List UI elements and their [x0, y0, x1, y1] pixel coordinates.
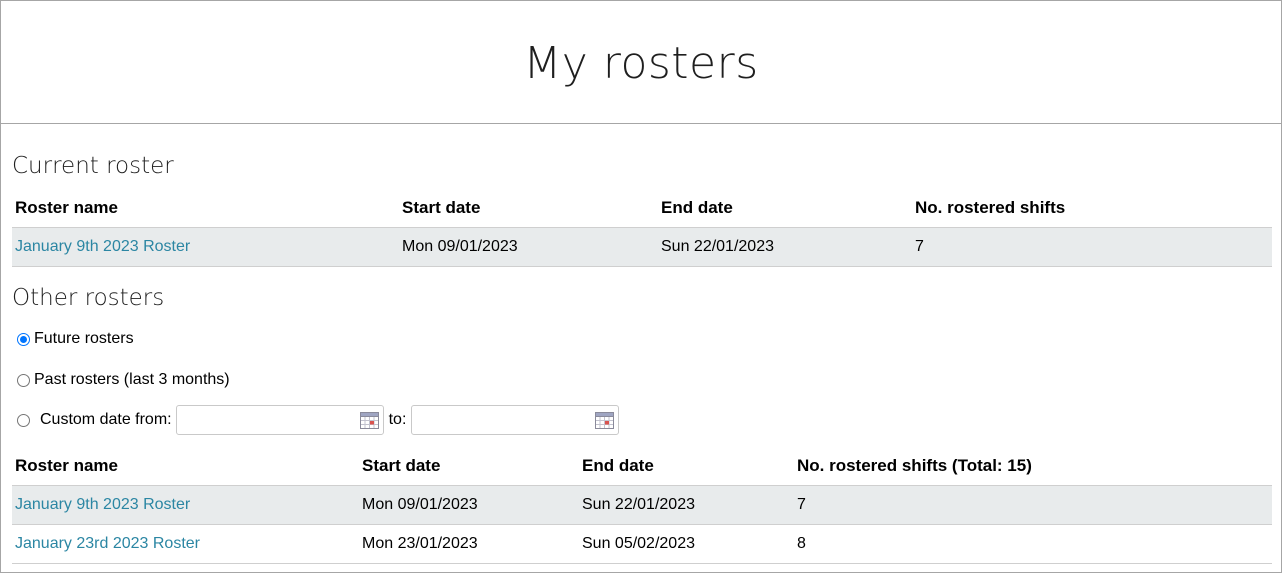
table-header-row: Roster name Start date End date No. rost…: [12, 189, 1272, 228]
column-header-roster-name: Roster name: [15, 456, 118, 475]
roster-link[interactable]: January 9th 2023 Roster: [15, 496, 190, 513]
date-from-input[interactable]: [175, 405, 384, 435]
column-header-start-date: Start date: [362, 456, 441, 475]
page-header: My rosters: [1, 1, 1281, 124]
calendar-icon[interactable]: [359, 412, 379, 429]
calendar-icon[interactable]: [595, 412, 615, 429]
shifts-cell: 7: [912, 227, 1272, 267]
current-roster-heading: Current roster: [12, 153, 174, 179]
date-to-input[interactable]: [411, 405, 620, 435]
column-header-end-date: End date: [661, 198, 733, 217]
roster-name-cell: January 23rd 2023 Roster: [12, 524, 359, 564]
roster-name-cell: January 9th 2023 Roster: [12, 485, 359, 525]
other-rosters-table: Roster name Start date End date No. rost…: [12, 447, 1272, 564]
table-row: January 9th 2023 Roster Mon 09/01/2023 S…: [12, 485, 1272, 525]
roster-link[interactable]: January 9th 2023 Roster: [15, 238, 190, 255]
filter-custom[interactable]: Custom date from: to:: [17, 405, 620, 435]
column-header-roster-name: Roster name: [15, 198, 118, 217]
page-title: My rosters: [523, 37, 759, 89]
past-rosters-label[interactable]: Past rosters (last 3 months): [34, 371, 230, 389]
end-date-cell: Sun 05/02/2023: [579, 524, 794, 564]
start-date-cell: Mon 09/01/2023: [359, 485, 579, 525]
date-to-label: to:: [388, 411, 407, 428]
current-roster-table: Roster name Start date End date No. rost…: [12, 189, 1272, 267]
column-header-shifts-total: No. rostered shifts (Total: 15): [797, 456, 1032, 475]
future-rosters-radio[interactable]: [17, 332, 30, 346]
table-header-row: Roster name Start date End date No. rost…: [12, 447, 1272, 486]
custom-date-radio[interactable]: [17, 413, 30, 427]
column-header-shifts: No. rostered shifts: [915, 198, 1066, 217]
start-date-cell: Mon 09/01/2023: [399, 227, 658, 267]
roster-name-cell: January 9th 2023 Roster: [12, 227, 399, 267]
custom-date-label[interactable]: Custom date from:: [40, 411, 172, 429]
page-frame: My rosters Current roster Roster name St…: [0, 0, 1282, 573]
future-rosters-label[interactable]: Future rosters: [34, 330, 134, 348]
table-row: January 23rd 2023 Roster Mon 23/01/2023 …: [12, 524, 1272, 564]
end-date-cell: Sun 22/01/2023: [579, 485, 794, 525]
filter-past[interactable]: Past rosters (last 3 months): [17, 371, 230, 389]
shifts-cell: 8: [794, 524, 1272, 564]
roster-link[interactable]: January 23rd 2023 Roster: [15, 535, 200, 552]
other-rosters-heading: Other rosters: [12, 285, 165, 311]
shifts-cell: 7: [794, 485, 1272, 525]
filter-future[interactable]: Future rosters: [17, 330, 134, 348]
past-rosters-radio[interactable]: [17, 373, 30, 387]
column-header-end-date: End date: [582, 456, 654, 475]
start-date-cell: Mon 23/01/2023: [359, 524, 579, 564]
table-row: January 9th 2023 Roster Mon 09/01/2023 S…: [12, 227, 1272, 267]
column-header-start-date: Start date: [402, 198, 481, 217]
end-date-cell: Sun 22/01/2023: [658, 227, 912, 267]
